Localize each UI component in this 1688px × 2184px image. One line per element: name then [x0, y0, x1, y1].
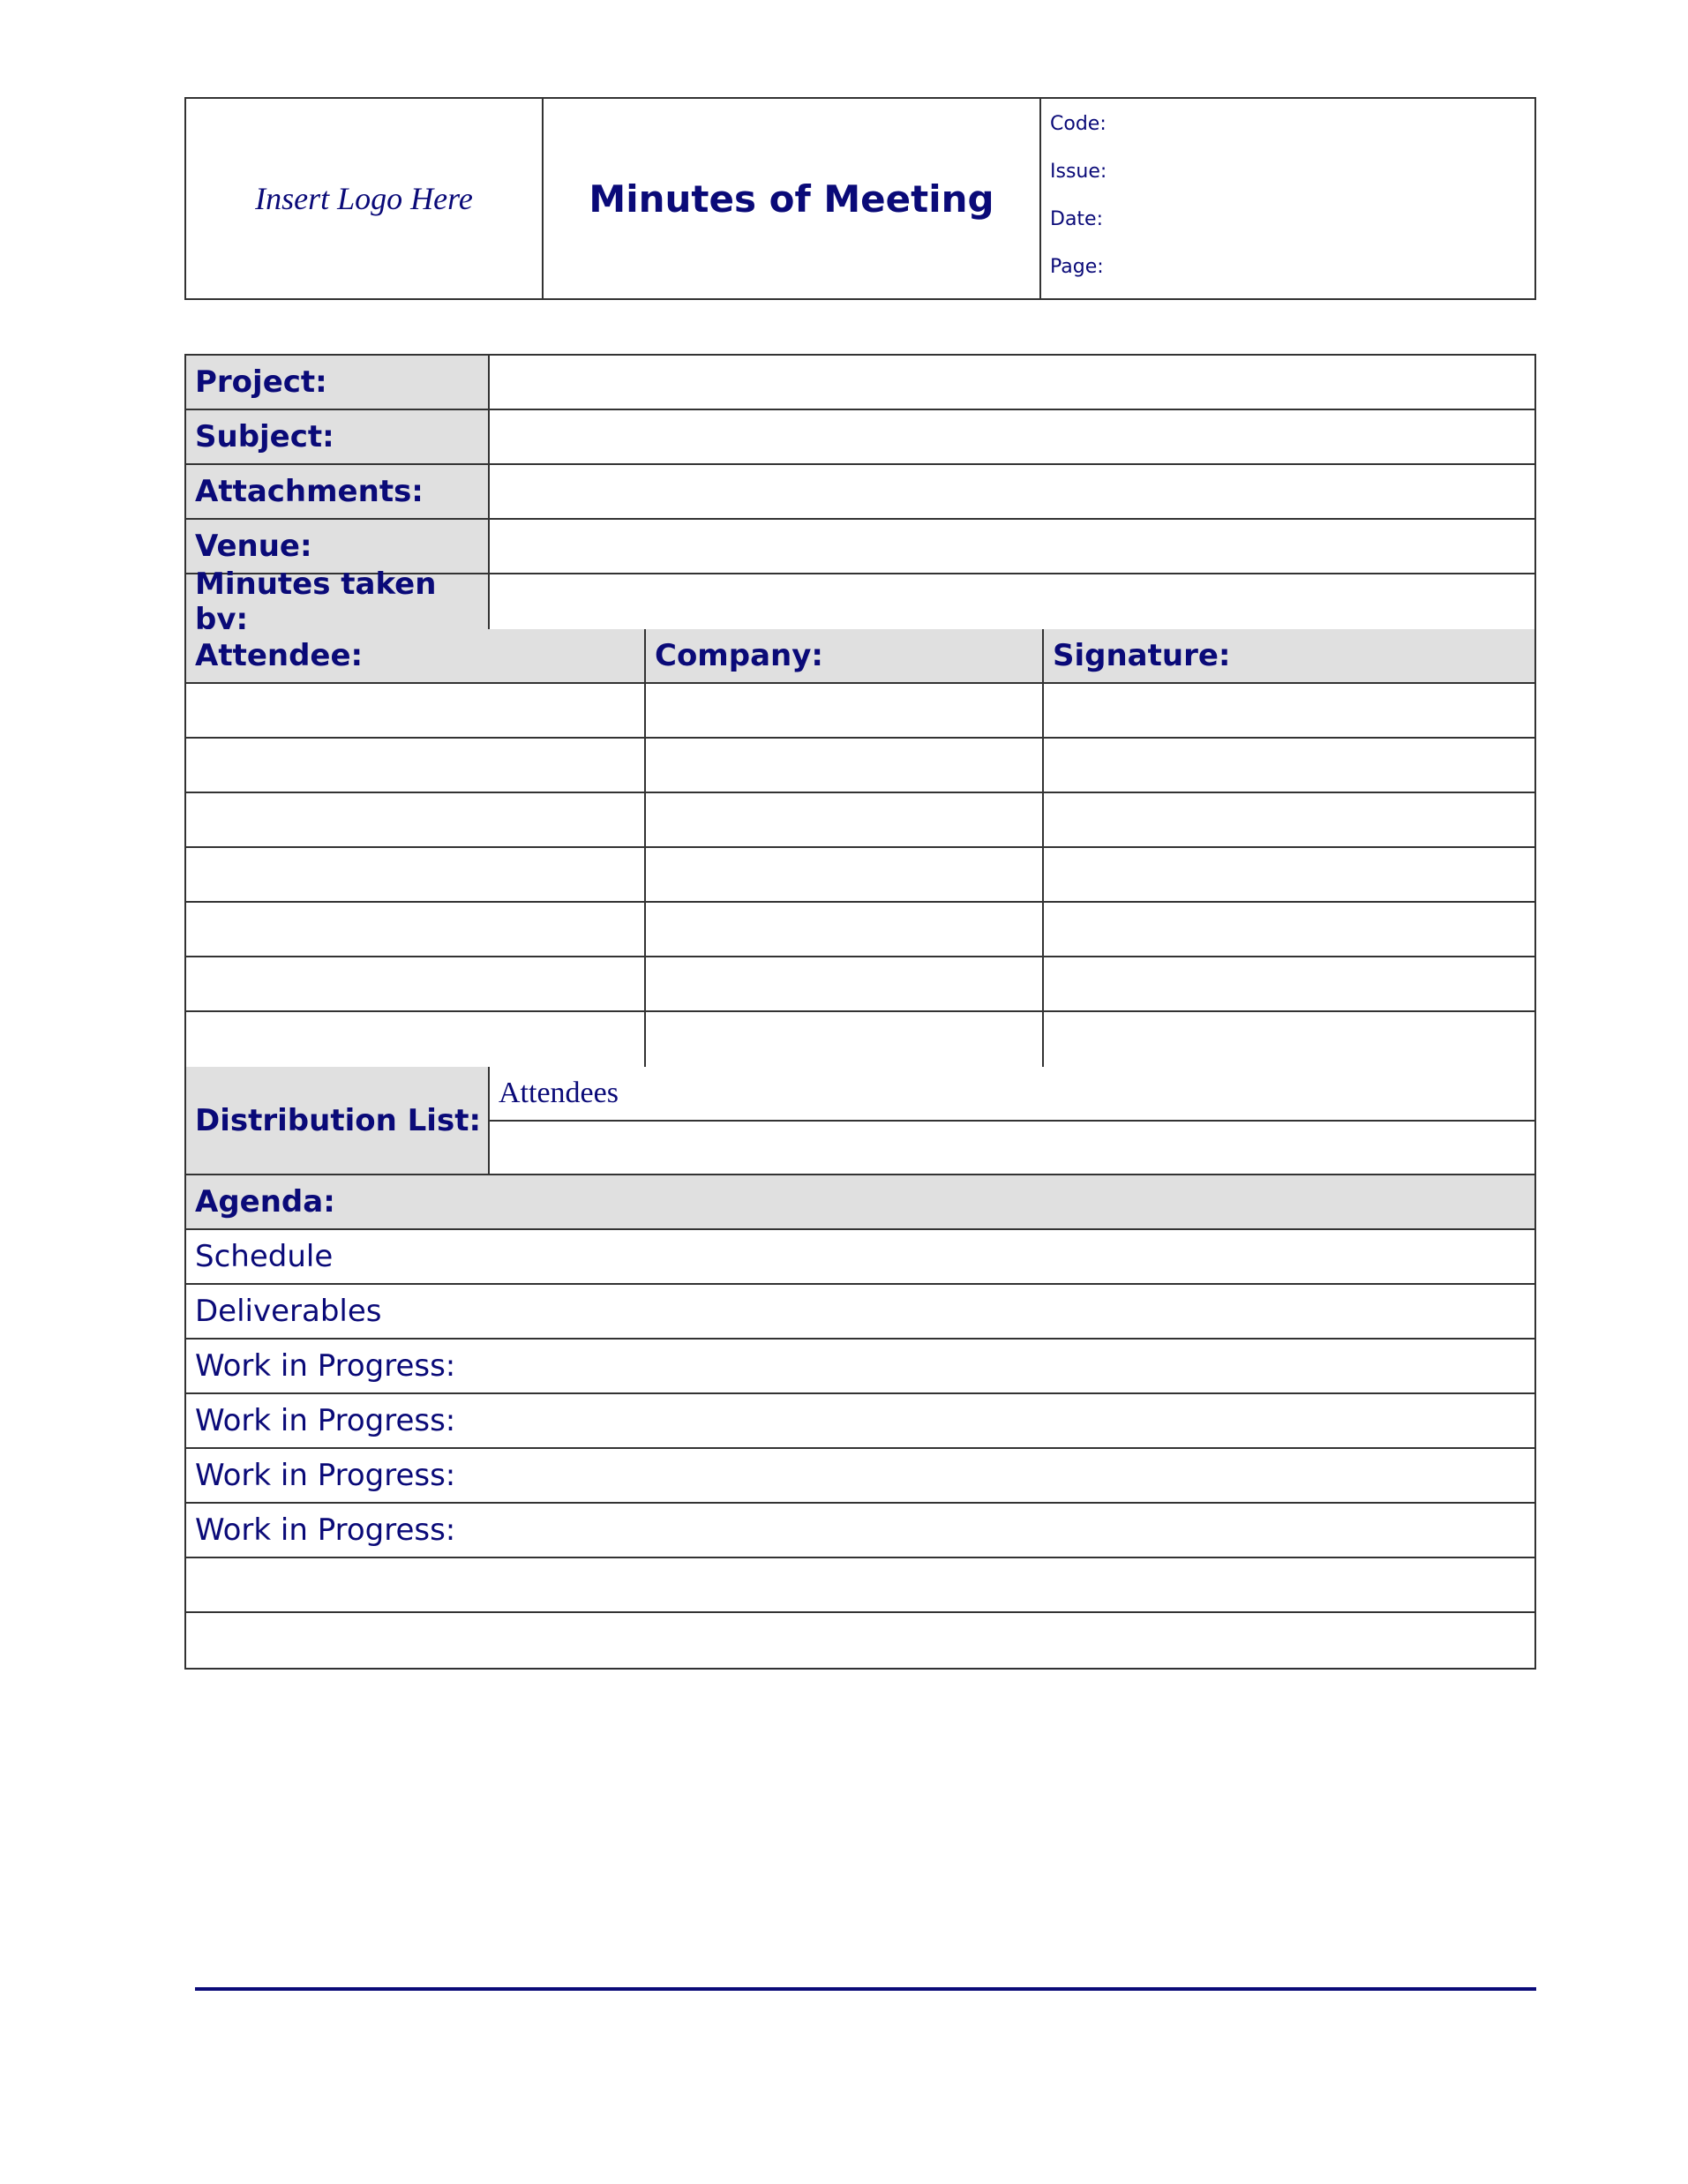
company-cell[interactable]: [646, 848, 1044, 901]
agenda-item[interactable]: Deliverables: [186, 1285, 1534, 1338]
attendee-cell[interactable]: [186, 848, 646, 901]
field-label: Subject:: [186, 410, 490, 463]
minutes-form: Project: Subject: Attachments: Venue: Mi…: [184, 354, 1536, 1670]
page-label: Page:: [1050, 256, 1104, 278]
agenda-item-row: Work in Progress:: [186, 1340, 1534, 1394]
field-value[interactable]: [490, 410, 1534, 463]
agenda-item-row: Deliverables: [186, 1285, 1534, 1340]
attendee-cell[interactable]: [186, 739, 646, 792]
agenda-item[interactable]: [186, 1558, 1534, 1611]
code-label: Code:: [1050, 113, 1107, 135]
attendee-cell[interactable]: [186, 957, 646, 1010]
agenda-item-row: Work in Progress:: [186, 1394, 1534, 1449]
attendee-row: [186, 848, 1534, 903]
agenda-item[interactable]: Work in Progress:: [186, 1394, 1534, 1447]
signature-cell[interactable]: [1044, 903, 1534, 956]
distribution-list-label: Distribution List:: [186, 1067, 490, 1174]
attendee-row: [186, 793, 1534, 848]
attendee-cell[interactable]: [186, 684, 646, 737]
logo-cell: Insert Logo Here: [186, 99, 544, 298]
field-label: Minutes taken by:: [186, 567, 490, 637]
field-label: Project:: [186, 356, 490, 409]
distribution-value-2[interactable]: [490, 1122, 1534, 1175]
company-cell[interactable]: [646, 739, 1044, 792]
company-cell[interactable]: [646, 903, 1044, 956]
agenda-item[interactable]: Work in Progress:: [186, 1449, 1534, 1502]
distribution-list-row: Distribution List: Attendees: [186, 1067, 1534, 1175]
attendee-header-row: Attendee: Company: Signature:: [186, 629, 1534, 684]
agenda-item[interactable]: [186, 1613, 1534, 1668]
signature-column-header: Signature:: [1044, 629, 1534, 682]
field-row: Attachments:: [186, 465, 1534, 520]
attendee-cell[interactable]: [186, 903, 646, 956]
issue-label: Issue:: [1050, 161, 1107, 183]
document-title: Minutes of Meeting: [589, 176, 994, 221]
agenda-header-row: Agenda:: [186, 1175, 1534, 1230]
agenda-item-row: Work in Progress:: [186, 1504, 1534, 1558]
signature-cell[interactable]: [1044, 848, 1534, 901]
field-label: Venue:: [186, 520, 490, 573]
field-value[interactable]: [490, 356, 1534, 409]
company-cell[interactable]: [646, 957, 1044, 1010]
agenda-item[interactable]: Schedule: [186, 1230, 1534, 1283]
attendee-column-header: Attendee:: [186, 629, 646, 682]
company-cell[interactable]: [646, 1012, 1044, 1067]
footer-divider: [195, 1987, 1536, 1991]
agenda-item-row: Work in Progress:: [186, 1449, 1534, 1504]
document-header: Insert Logo Here Minutes of Meeting Code…: [184, 97, 1536, 300]
date-label: Date:: [1050, 208, 1103, 230]
title-cell: Minutes of Meeting: [544, 99, 1041, 298]
attendee-cell[interactable]: [186, 793, 646, 846]
logo-placeholder: Insert Logo Here: [255, 181, 473, 216]
attendee-row: [186, 903, 1534, 957]
meta-cell: Code: Issue: Date: Page:: [1041, 99, 1534, 298]
attendee-row: [186, 739, 1534, 793]
field-value[interactable]: [490, 465, 1534, 518]
agenda-item-row: Schedule: [186, 1230, 1534, 1285]
attendee-row: [186, 957, 1534, 1012]
signature-cell[interactable]: [1044, 1012, 1534, 1067]
attendee-row: [186, 684, 1534, 739]
field-row: Project:: [186, 356, 1534, 410]
field-row: Minutes taken by:: [186, 567, 1534, 637]
company-column-header: Company:: [646, 629, 1044, 682]
agenda-item[interactable]: Work in Progress:: [186, 1504, 1534, 1557]
signature-cell[interactable]: [1044, 793, 1534, 846]
agenda-item-row: [186, 1558, 1534, 1613]
signature-cell[interactable]: [1044, 957, 1534, 1010]
field-value[interactable]: [490, 520, 1534, 573]
company-cell[interactable]: [646, 684, 1044, 737]
attendee-cell[interactable]: [186, 1012, 646, 1067]
signature-cell[interactable]: [1044, 739, 1534, 792]
signature-cell[interactable]: [1044, 684, 1534, 737]
agenda-label: Agenda:: [186, 1175, 1534, 1228]
company-cell[interactable]: [646, 793, 1044, 846]
agenda-item[interactable]: Work in Progress:: [186, 1340, 1534, 1392]
agenda-item-row: [186, 1613, 1534, 1668]
field-row: Subject:: [186, 410, 1534, 465]
attendee-row: [186, 1012, 1534, 1067]
field-label: Attachments:: [186, 465, 490, 518]
field-value[interactable]: [490, 574, 1534, 629]
distribution-value-1[interactable]: Attendees: [490, 1067, 1534, 1122]
